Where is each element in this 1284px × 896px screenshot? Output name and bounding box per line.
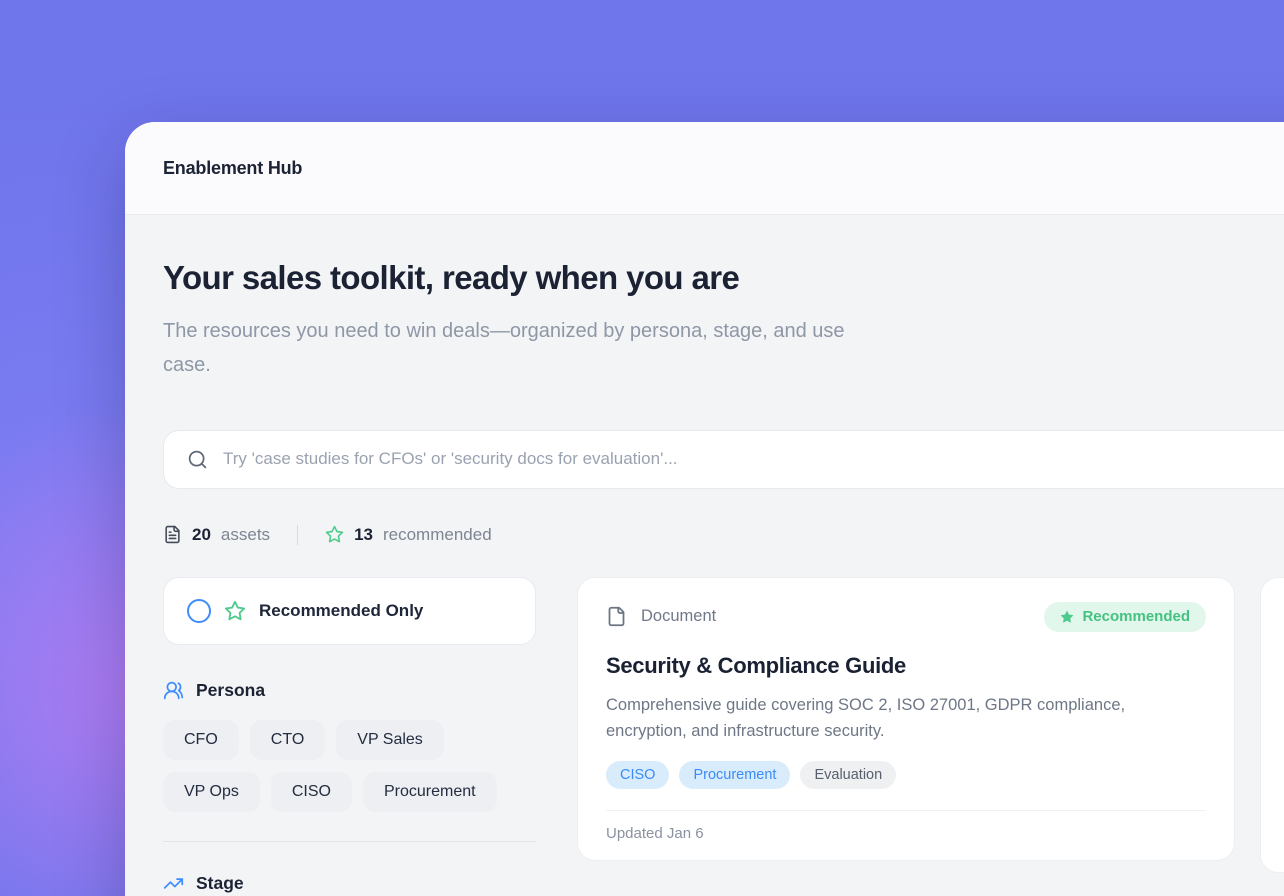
recommended-only-radio[interactable] xyxy=(187,599,211,623)
recommended-count: 13 xyxy=(354,525,373,545)
card-title: Security & Compliance Guide xyxy=(606,653,1206,679)
asset-card-partial[interactable] xyxy=(1260,577,1284,873)
users-icon xyxy=(163,680,184,701)
assets-count: 20 xyxy=(192,525,211,545)
page-subtitle: The resources you need to win deals—orga… xyxy=(163,314,868,382)
card-tag-procurement: Procurement xyxy=(679,761,790,789)
window-header: Enablement Hub xyxy=(125,122,1284,215)
card-tag-list: CISO Procurement Evaluation xyxy=(606,761,1206,789)
trending-up-icon xyxy=(163,873,184,894)
asset-cards-grid: Document Recommended Security & Complian… xyxy=(577,577,1284,873)
persona-chip-ciso[interactable]: CISO xyxy=(271,772,352,812)
search-bar[interactable] xyxy=(163,430,1284,489)
assets-stat: 20 assets xyxy=(163,525,270,545)
persona-section-label: Persona xyxy=(196,680,265,701)
recommended-only-label: Recommended Only xyxy=(259,601,423,621)
persona-chip-vp-ops[interactable]: VP Ops xyxy=(163,772,260,812)
persona-chip-procurement[interactable]: Procurement xyxy=(363,772,497,812)
card-type-label: Document xyxy=(641,607,716,626)
stage-section-label: Stage xyxy=(196,873,244,894)
card-tag-ciso: CISO xyxy=(606,761,669,789)
persona-chip-vp-sales[interactable]: VP Sales xyxy=(336,720,444,760)
window-body: Your sales toolkit, ready when you are T… xyxy=(125,215,1284,894)
recommended-only-toggle[interactable]: Recommended Only xyxy=(163,577,536,645)
enablement-hub-window: Enablement Hub Your sales toolkit, ready… xyxy=(125,122,1284,896)
stage-section-header: Stage xyxy=(163,873,536,894)
stats-divider xyxy=(297,525,298,545)
file-text-icon xyxy=(163,525,182,544)
card-top-row: Document Recommended xyxy=(606,602,1206,632)
star-icon xyxy=(224,600,246,622)
persona-chip-list: CFO CTO VP Sales VP Ops CISO Procurement xyxy=(163,720,536,812)
recommended-stat: 13 recommended xyxy=(325,525,492,545)
recommended-badge: Recommended xyxy=(1044,602,1206,632)
card-tag-evaluation: Evaluation xyxy=(800,761,896,789)
search-input[interactable] xyxy=(223,449,1284,469)
sidebar-divider xyxy=(163,841,536,842)
content-row: Recommended Only Persona CFO CTO VP Sales V… xyxy=(163,577,1284,894)
page-title: Your sales toolkit, ready when you are xyxy=(163,259,1284,297)
persona-section-header: Persona xyxy=(163,680,536,701)
asset-card-security-compliance-guide[interactable]: Document Recommended Security & Complian… xyxy=(577,577,1235,861)
filters-sidebar: Recommended Only Persona CFO CTO VP Sales V… xyxy=(163,577,536,894)
assets-label: assets xyxy=(221,525,270,545)
card-description: Comprehensive guide covering SOC 2, ISO … xyxy=(606,692,1171,744)
stats-row: 20 assets 13 recommended xyxy=(163,525,1284,545)
file-icon xyxy=(606,606,627,627)
search-icon xyxy=(187,449,208,470)
card-updated-date: Updated Jan 6 xyxy=(606,810,1206,860)
persona-chip-cto[interactable]: CTO xyxy=(250,720,325,760)
recommended-label: recommended xyxy=(383,525,492,545)
star-icon xyxy=(325,525,344,544)
star-filled-icon xyxy=(1060,610,1074,624)
app-title: Enablement Hub xyxy=(163,158,302,179)
recommended-badge-label: Recommended xyxy=(1082,608,1190,625)
persona-chip-cfo[interactable]: CFO xyxy=(163,720,239,760)
card-meta: Document xyxy=(606,606,716,627)
